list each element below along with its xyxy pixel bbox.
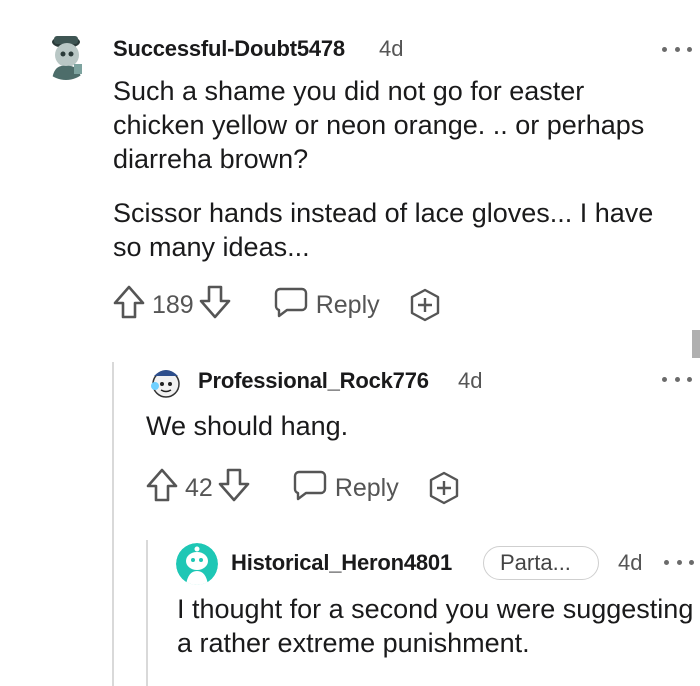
comment-timestamp: 4d [618, 550, 643, 575]
comment-timestamp: 4d [379, 36, 404, 61]
upvote-icon[interactable] [145, 467, 179, 510]
downvote-icon[interactable] [198, 284, 232, 327]
avatar[interactable] [176, 543, 218, 585]
upvote-icon[interactable] [112, 284, 146, 327]
reply-button[interactable]: Reply [274, 286, 380, 325]
user-avatar-icon [176, 543, 218, 585]
comment-body-paragraph: We should hang. [146, 411, 349, 441]
downvote-icon[interactable] [217, 467, 251, 510]
vote-count: 42 [185, 473, 213, 502]
reply-button[interactable]: Reply [293, 469, 399, 508]
comment-actions: 189 Reply [112, 285, 442, 325]
user-flair: Parta... [483, 546, 599, 580]
comment-body-paragraph: Such a shame you did not go for easter c… [113, 76, 645, 174]
award-plus-icon[interactable] [408, 288, 442, 322]
award-plus-icon[interactable] [427, 471, 461, 505]
user-avatar-icon [40, 28, 92, 80]
comment-body-paragraph: Scissor hands instead of lace gloves... … [113, 198, 654, 262]
reply-bubble-icon [274, 286, 308, 325]
more-options-icon[interactable] [662, 372, 692, 386]
thread-line[interactable] [146, 540, 148, 686]
comment-body-paragraph: I thought for a second you were suggesti… [177, 594, 694, 658]
reply-label: Reply [315, 290, 380, 319]
comment-timestamp: 4d [458, 368, 483, 393]
more-options-icon[interactable] [664, 555, 694, 569]
thread-line[interactable] [112, 362, 114, 686]
avatar[interactable] [40, 28, 92, 80]
avatar[interactable] [146, 362, 186, 402]
vote-count: 189 [152, 290, 194, 319]
comment-author[interactable]: Historical_Heron4801 [231, 550, 452, 576]
comment-author[interactable]: Professional_Rock776 [198, 368, 429, 394]
reply-bubble-icon [293, 469, 327, 508]
reply-label: Reply [334, 473, 399, 502]
scrollbar-thumb[interactable] [692, 330, 700, 358]
user-avatar-icon [146, 362, 186, 402]
comment-author[interactable]: Successful-Doubt5478 [113, 36, 345, 62]
more-options-icon[interactable] [662, 42, 692, 56]
comment-actions: 42 Reply [145, 468, 461, 508]
